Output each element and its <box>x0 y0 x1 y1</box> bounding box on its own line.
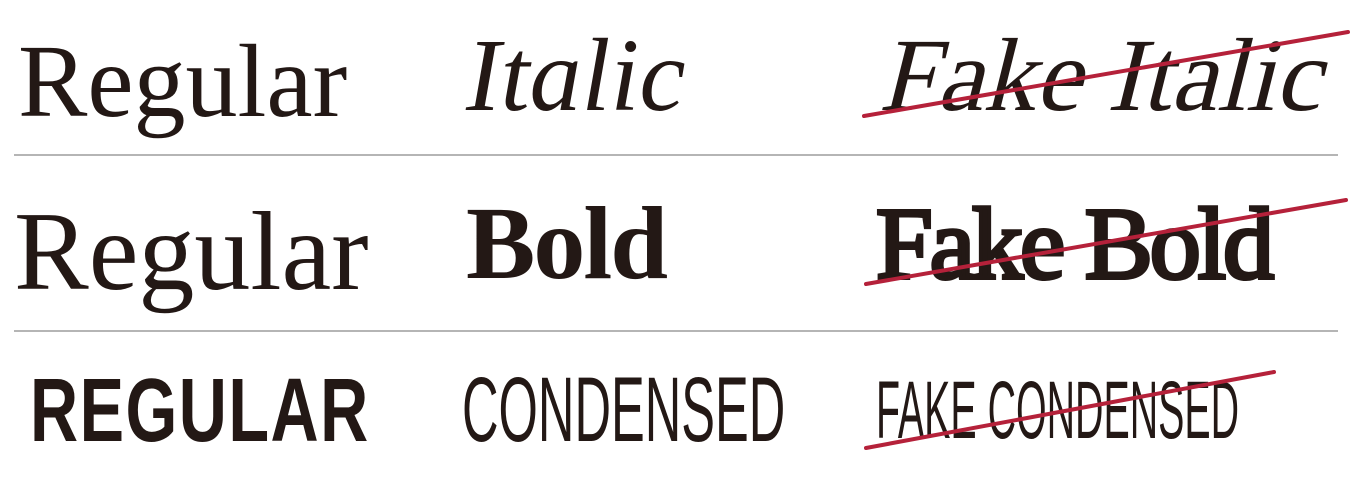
regular-serif-label-2: Regular <box>14 190 369 314</box>
regular-sans-label: REGULAR <box>30 361 370 461</box>
strike-line-fake-italic <box>862 30 1350 118</box>
strike-line-fake-bold <box>864 198 1348 286</box>
true-italic-label: Italic <box>466 18 686 133</box>
true-condensed-label: CONDENSED <box>462 359 786 461</box>
true-bold-label: Bold <box>466 186 668 301</box>
regular-serif-label: Regular <box>18 24 348 139</box>
row-divider-2 <box>14 330 1338 332</box>
row-divider-1 <box>14 154 1338 156</box>
strike-line-fake-condensed <box>864 370 1276 450</box>
